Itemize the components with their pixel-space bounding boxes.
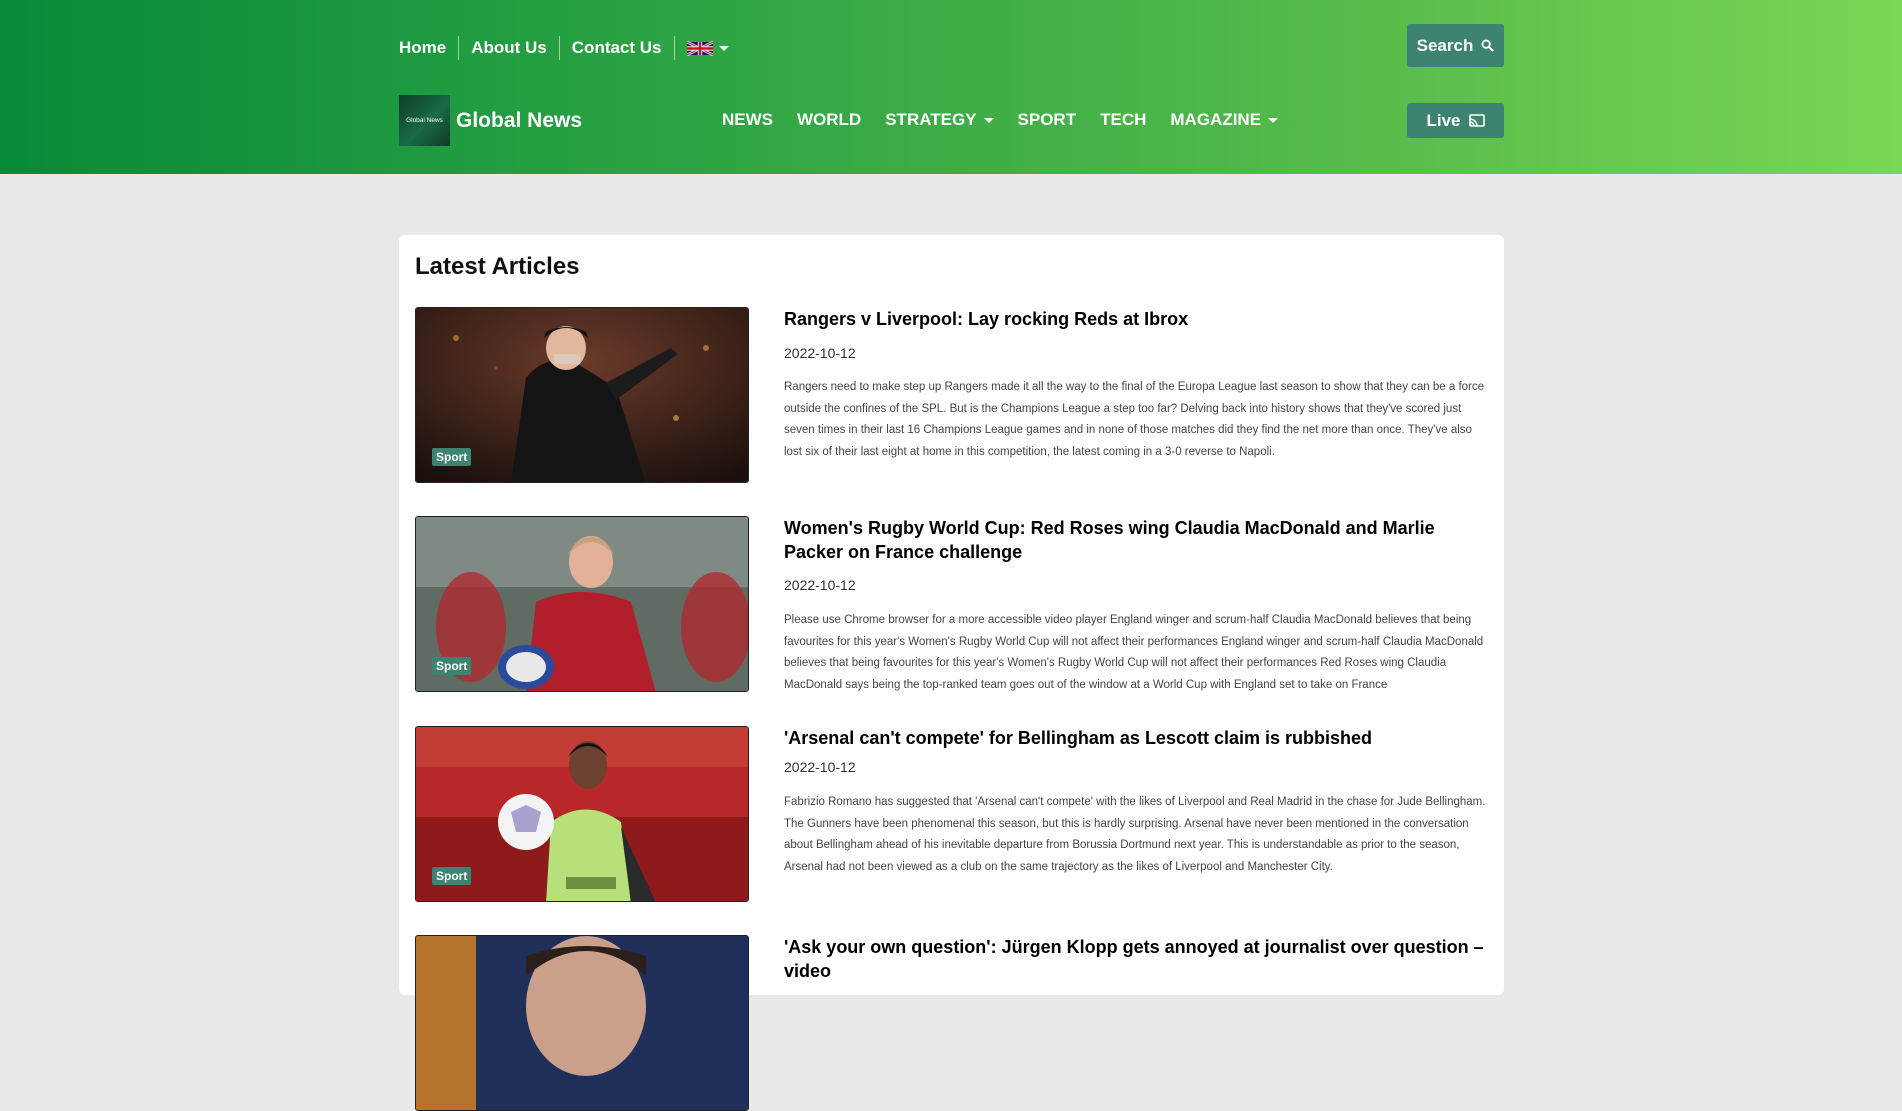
- section-title: Latest Articles: [415, 253, 580, 280]
- article-date: 2022-10-12: [784, 577, 856, 593]
- article-description: Fabrizio Romano has suggested that 'Arse…: [784, 796, 1486, 873]
- nav-sport-label: SPORT: [1017, 110, 1077, 129]
- article-date: 2022-10-12: [784, 759, 856, 775]
- nav-magazine[interactable]: MAGAZINE: [1170, 110, 1279, 130]
- chevron-down-icon: [983, 117, 994, 123]
- live-button[interactable]: Live: [1407, 103, 1504, 138]
- nav-tech[interactable]: TECH: [1100, 110, 1146, 130]
- logo-text: Global News: [406, 117, 443, 124]
- contact-us-link[interactable]: Contact Us: [558, 36, 674, 60]
- site-header: Home About Us Contact Us Search Global N…: [0, 0, 1902, 174]
- chevron-down-icon: [1268, 117, 1279, 123]
- article-thumbnail[interactable]: Sport: [415, 726, 749, 902]
- brand-name: Global News: [456, 108, 583, 132]
- cast-icon: [1468, 113, 1485, 127]
- latest-articles-panel: Latest Articles Sport Rangers v Liverpoo…: [399, 235, 1504, 1111]
- search-button[interactable]: Search: [1407, 24, 1504, 67]
- main-nav: NEWS WORLD STRATEGY SPORT TECH MAGAZINE: [722, 108, 1279, 132]
- chevron-down-icon: [718, 45, 729, 51]
- search-button-label: Search: [1416, 35, 1474, 55]
- article-description: Rangers need to make step up Rangers mad…: [784, 381, 1485, 458]
- article-description: Please use Chrome browser for a more acc…: [784, 614, 1484, 691]
- article-title[interactable]: Rangers v Liverpool: Lay rocking Reds at…: [784, 307, 1489, 331]
- brand[interactable]: Global News Global News: [399, 95, 582, 146]
- home-link[interactable]: Home: [399, 36, 458, 60]
- nav-news-label: NEWS: [722, 110, 773, 129]
- search-icon: [1481, 39, 1495, 52]
- about-us-link[interactable]: About Us: [458, 36, 559, 60]
- category-badge: Sport: [432, 657, 472, 675]
- nav-strategy[interactable]: STRATEGY: [885, 110, 994, 130]
- article-thumbnail[interactable]: [415, 935, 749, 1111]
- nav-magazine-label: MAGAZINE: [1170, 110, 1262, 129]
- article-date: 2022-10-12: [784, 345, 856, 361]
- site-logo: Global News: [399, 95, 450, 146]
- top-nav: Home About Us Contact Us: [399, 35, 741, 61]
- nav-tech-label: TECH: [1100, 110, 1147, 129]
- nav-news[interactable]: NEWS: [722, 110, 773, 130]
- article-thumbnail[interactable]: Sport: [415, 516, 749, 692]
- uk-flag-icon: [686, 40, 713, 56]
- article-card[interactable]: Sport Women's Rugby World Cup: Red Roses…: [415, 516, 1490, 692]
- article-title[interactable]: Women's Rugby World Cup: Red Roses wing …: [784, 516, 1489, 564]
- nav-sport[interactable]: SPORT: [1018, 110, 1077, 130]
- live-button-label: Live: [1426, 110, 1461, 130]
- article-thumbnail[interactable]: Sport: [415, 307, 749, 483]
- article-card[interactable]: Sport Rangers v Liverpool: Lay rocking R…: [415, 307, 1490, 483]
- article-card[interactable]: 'Ask your own question': Jürgen Klopp ge…: [415, 935, 1490, 1111]
- article-title[interactable]: 'Ask your own question': Jürgen Klopp ge…: [784, 935, 1489, 983]
- category-badge: Sport: [432, 867, 472, 885]
- nav-world[interactable]: WORLD: [797, 110, 861, 130]
- article-card[interactable]: Sport 'Arsenal can't compete' for Bellin…: [415, 726, 1490, 902]
- nav-world-label: WORLD: [797, 110, 862, 129]
- category-badge: Sport: [432, 448, 472, 466]
- article-title[interactable]: 'Arsenal can't compete' for Bellingham a…: [784, 726, 1489, 750]
- article-image: [416, 936, 748, 1110]
- language-selector[interactable]: [673, 36, 741, 60]
- nav-strategy-label: STRATEGY: [885, 110, 977, 129]
